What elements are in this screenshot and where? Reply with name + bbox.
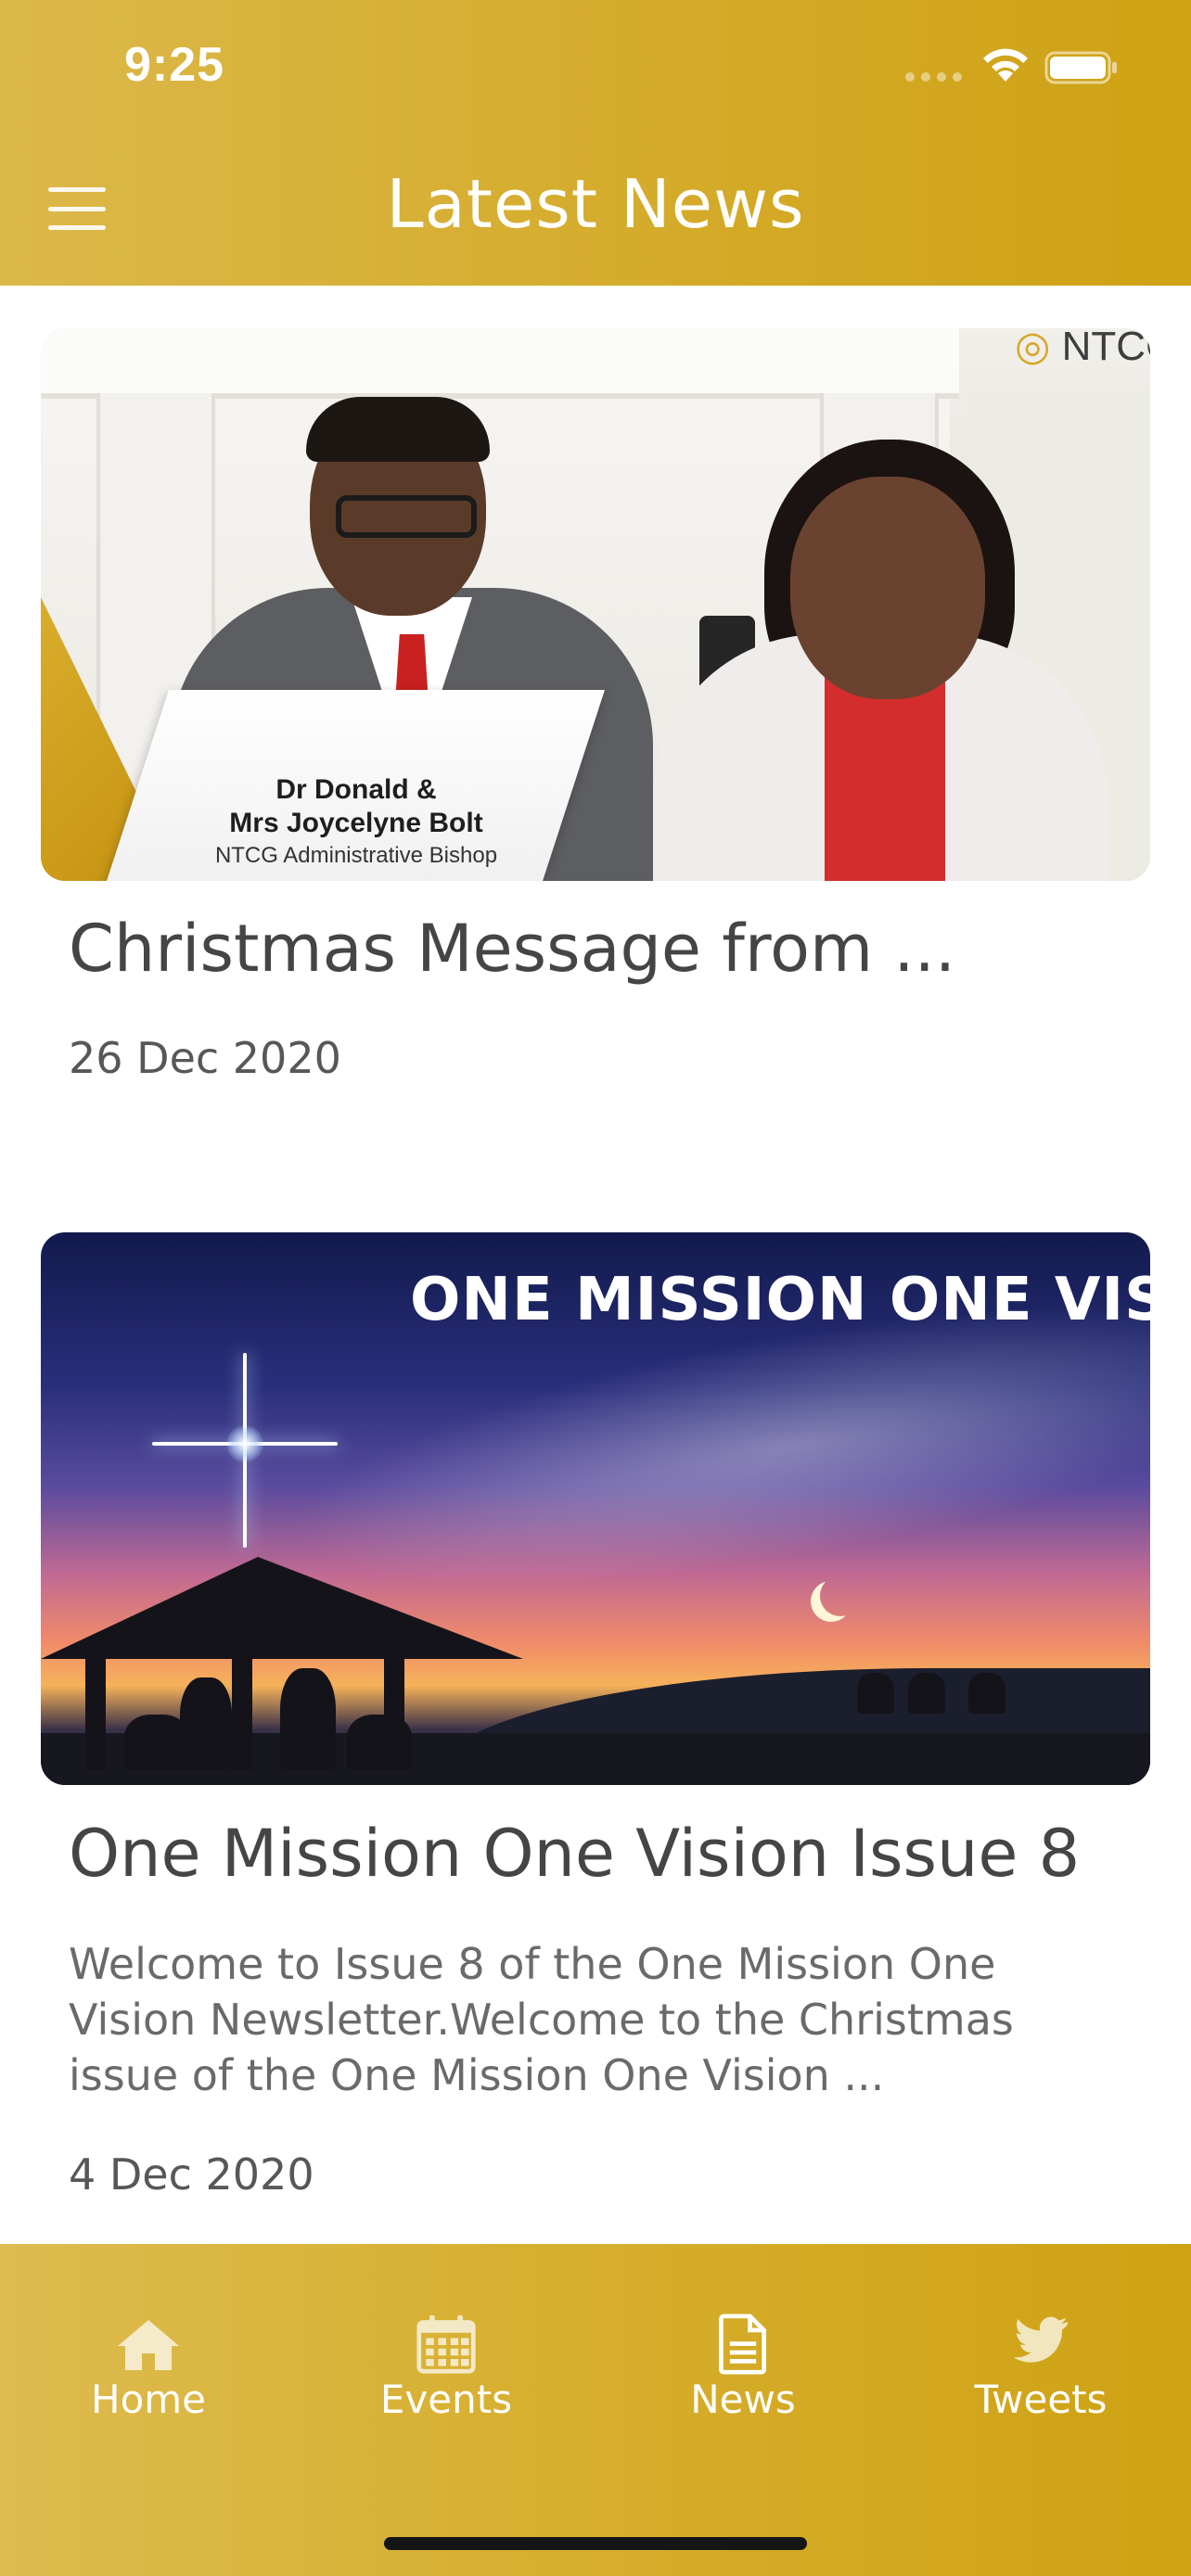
tab-home[interactable]: Home [46,2314,250,2422]
news-title[interactable]: Christmas Message from ... [69,911,955,987]
news-title[interactable]: One Mission One Vision Issue 8 [69,1816,1080,1892]
tab-tweets[interactable]: Tweets [939,2314,1143,2422]
tab-home-label: Home [90,2377,207,2422]
caption-line-2: Mrs Joycelyne Bolt [229,808,483,838]
status-time: 9:25 [124,38,225,92]
tab-events-label: Events [379,2377,513,2422]
caption-line-1: Dr Donald & [275,774,437,805]
ntcg-logo: ◎ NTCG [1015,328,1150,369]
tab-news-label: News [690,2377,796,2422]
twitter-bird-icon [1013,2316,1069,2363]
image-banner-text: ONE MISSION ONE VIS [410,1266,1150,1334]
tab-events[interactable]: Events [344,2314,548,2422]
news-date: 4 Dec 2020 [69,2149,314,2200]
tab-news[interactable]: News [641,2314,845,2422]
image-caption: Dr Donald & Mrs Joycelyne Bolt NTCG Admi… [152,773,560,872]
page-title: Latest News [386,165,805,243]
tab-tweets-label: Tweets [974,2377,1108,2422]
calendar-icon [416,2315,476,2374]
news-excerpt: Welcome to Issue 8 of the One Mission On… [69,1939,1014,2100]
news-image[interactable]: ONE MISSION ONE VIS [41,1232,1150,1785]
news-date: 26 Dec 2020 [69,1033,341,1083]
cellular-signal-icon [905,72,962,82]
caption-line-3: NTCG Administrative Bishop [214,843,498,868]
app-header: 9:25 Latest News [0,0,1191,286]
home-indicator[interactable] [384,2537,807,2550]
home-icon [118,2320,179,2370]
wifi-icon [983,48,1028,82]
battery-icon [1044,51,1117,84]
document-icon [719,2314,766,2375]
news-image[interactable]: Dr Donald & Mrs Joycelyne Bolt NTCG Admi… [41,328,1150,881]
